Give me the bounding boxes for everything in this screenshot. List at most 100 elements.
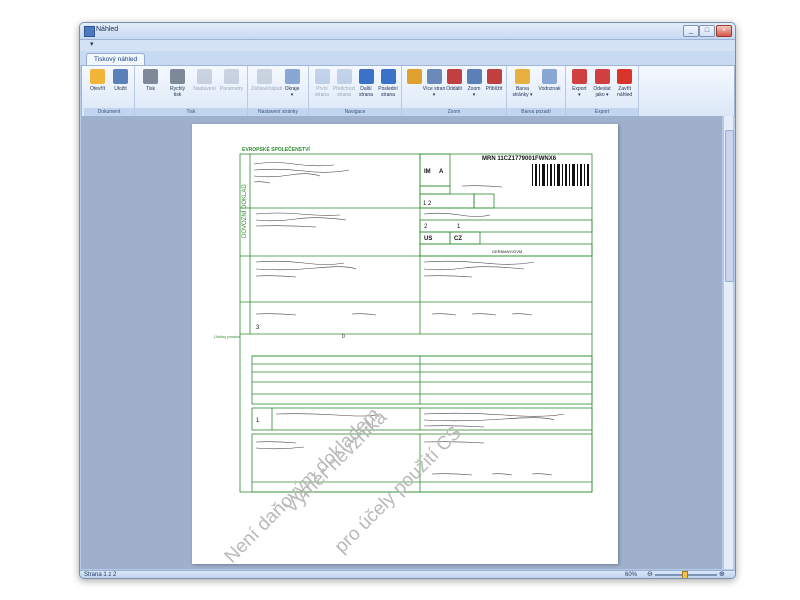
save-icon <box>113 69 128 84</box>
ribbon: Otevřít Uložit Dokument Tisk Rychlý tisk Nast… <box>81 65 735 117</box>
last-page-button[interactable]: Poslední strana <box>375 69 401 98</box>
code-page: 0 <box>342 334 345 340</box>
ribbon-group-label: Nastavení stránky <box>248 108 308 116</box>
ribbon-group-label: Zoom <box>402 108 506 116</box>
button-label: Záhlaví/zápatí <box>251 86 283 92</box>
pointer-hand-icon <box>406 69 422 84</box>
multiple-pages-icon <box>426 69 442 84</box>
qat-dropdown-icon[interactable]: ▾ <box>90 40 94 48</box>
line-country: GERMANY/DVM <box>492 249 522 254</box>
watermark-button[interactable]: Vodoznak <box>537 69 563 92</box>
button-label: Přiblížit <box>485 86 503 92</box>
parameters-icon <box>224 69 239 84</box>
number-1: 1 <box>256 418 260 424</box>
ribbon-group-label: Navigace <box>309 108 401 116</box>
margins-button[interactable]: Okraje ▾ <box>279 69 305 98</box>
customs-form: EVROPSKÉ SPOLEČENSTVÍ MRN 11CZ1779001FWN… <box>214 145 593 564</box>
page-color-icon <box>515 69 530 84</box>
button-label: Okraje ▾ <box>284 86 300 98</box>
form-number: 1 2 <box>423 201 432 207</box>
save-button[interactable]: Uložit <box>108 69 134 92</box>
side-label: DOVOZNÍ DOKLAD <box>241 184 248 238</box>
send-email-icon <box>594 69 610 84</box>
country-cz: CZ <box>454 236 462 242</box>
header-footer-icon <box>256 69 272 84</box>
ribbon-group-label: Barva pozadí <box>507 108 565 116</box>
export-pdf-icon <box>571 69 587 84</box>
quick-print-button[interactable]: Rychlý tisk <box>165 69 191 98</box>
watermark: Není daňovým dokladem Výměr nevzniká pro… <box>221 404 466 564</box>
field-1-value: 1 <box>457 224 461 230</box>
ribbon-group-0: Otevřít Uložit Dokument <box>84 66 135 116</box>
previous-page-icon <box>336 69 352 84</box>
last-page-icon <box>380 69 396 84</box>
close-preview-icon <box>617 69 633 84</box>
im-code: IM <box>424 169 431 175</box>
ribbon-group-4: Více stran ▾ Oddálit Zoom ▾ Přiblížit Zoom <box>402 66 507 116</box>
barcode <box>532 164 589 186</box>
close-preview-button[interactable]: Zavřít náhled <box>612 69 638 98</box>
button-label: Uložit <box>114 86 127 92</box>
ribbon-group-6: Export ▾ Odeslat jako ▾ Zavřít náhled Expor… <box>566 66 639 116</box>
scribbled-text <box>253 162 565 476</box>
print-icon <box>143 69 158 84</box>
window-title: Náhled <box>96 26 119 33</box>
button-label: Nastavení <box>193 86 216 92</box>
parameters-button[interactable]: Parametry <box>219 69 245 92</box>
open-folder-icon <box>90 69 105 84</box>
button-label: Rychlý tisk <box>169 86 185 98</box>
side-label-2: Úložný prostor <box>214 334 240 339</box>
title-bar: Náhled _ □ × <box>80 23 735 40</box>
ribbon-group-label: Dokument <box>84 108 134 116</box>
quick-access-toolbar: ▾ <box>80 40 735 51</box>
ribbon-group-label: Export <box>566 108 638 116</box>
next-page-icon <box>358 69 374 84</box>
page-color-button[interactable]: Barva stránky ▾ <box>510 69 536 98</box>
scrollbar-thumb[interactable] <box>725 130 734 282</box>
form-outline <box>239 153 593 493</box>
button-label: Zavřít náhled <box>617 86 633 98</box>
ribbon-group-1: Tisk Rychlý tisk Nastavení Parametry Tisk <box>135 66 248 116</box>
zoom-level: 60% <box>625 572 638 578</box>
print-button[interactable]: Tisk <box>138 69 164 92</box>
document-page: EVROPSKÉ SPOLEČENSTVÍ MRN 11CZ1779001FWN… <box>192 124 618 564</box>
button-label: Parametry <box>219 86 244 92</box>
zoom-icon <box>466 69 482 84</box>
field-2-value: 2 <box>424 224 428 230</box>
ribbon-group-2: Záhlaví/zápatí Okraje ▾ Nastavení stránky <box>248 66 309 116</box>
header-footer-button[interactable]: Záhlaví/zápatí <box>251 69 283 92</box>
ribbon-tabs: Tiskový náhled <box>80 51 735 66</box>
preview-window: Náhled _ □ × ▾ Tiskový náhled Otevřít Ulo… <box>79 22 736 579</box>
document-viewport[interactable]: EVROPSKÉ SPOLEČENSTVÍ MRN 11CZ1779001FWN… <box>81 116 722 569</box>
page-indicator: Strana 1 z 2 <box>84 572 117 578</box>
button-label: Vodoznak <box>538 86 561 92</box>
preview-app-icon <box>84 26 95 37</box>
number-3: 3 <box>256 325 260 331</box>
a-code: A <box>439 169 444 175</box>
button-label: Poslední strana <box>378 86 398 98</box>
margins-icon <box>284 69 300 84</box>
vertical-scrollbar[interactable] <box>723 116 734 569</box>
minimize-icon[interactable]: _ <box>683 25 699 37</box>
first-page-icon <box>314 69 330 84</box>
quick-print-icon <box>170 69 185 84</box>
button-label: Tisk <box>146 86 155 92</box>
mrn-label: MRN 11CZ1779001FWNX6 <box>482 156 557 162</box>
ribbon-group-3: První strana Předchozí strana Další strana… <box>309 66 402 116</box>
print-settings-button[interactable]: Nastavení <box>192 69 218 92</box>
zoom-in-button[interactable]: Přiblížit <box>481 69 507 92</box>
zoom-minus-icon[interactable]: ⊖ <box>647 571 653 578</box>
print-settings-icon <box>197 69 212 84</box>
ribbon-group-label: Tisk <box>135 108 247 116</box>
close-icon[interactable]: × <box>716 25 732 37</box>
ribbon-group-5: Barva stránky ▾ Vodoznak Barva pozadí <box>507 66 566 116</box>
country-us: US <box>424 236 432 242</box>
maximize-icon[interactable]: □ <box>699 25 715 37</box>
zoom-plus-icon[interactable]: ⊕ <box>719 571 725 578</box>
zoom-in-icon <box>486 69 502 84</box>
zoom-out-icon <box>446 69 462 84</box>
watermark-icon <box>542 69 557 84</box>
button-label: Barva stránky ▾ <box>512 86 533 98</box>
status-bar: Strana 1 z 2 60% ⊖ ⊕ <box>80 570 735 578</box>
zoom-slider-thumb[interactable] <box>682 571 688 578</box>
